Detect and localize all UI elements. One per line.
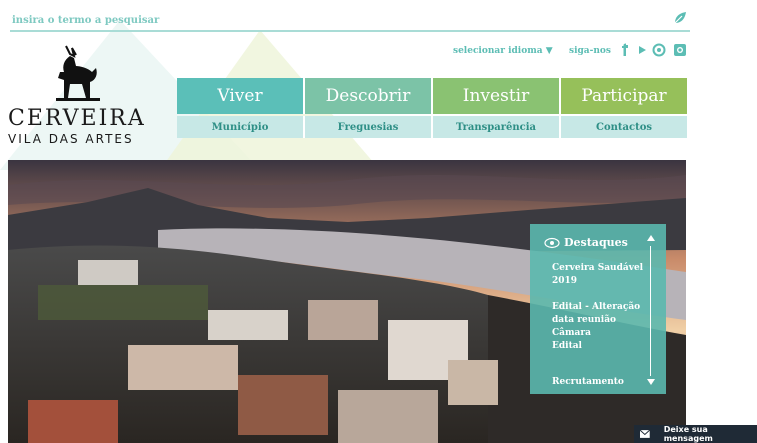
highlight-item[interactable]: Edital - Alteração data reunião Câmara — [552, 301, 652, 340]
logo-subtitle: VILA DAS ARTES — [8, 132, 134, 146]
nav-viver[interactable]: Viver — [177, 78, 305, 114]
language-selector[interactable]: selecionar idioma ▼ — [453, 46, 553, 56]
subnav-municipio-label: Município — [211, 121, 269, 133]
subnav-transparencia-label: Transparência — [455, 121, 537, 133]
youtube-icon[interactable] — [634, 42, 650, 58]
search-bar — [10, 8, 690, 32]
logo-title[interactable]: CERVEIRA — [8, 106, 158, 131]
facebook-icon[interactable] — [617, 42, 633, 58]
highlights-title: Destaques — [564, 236, 628, 249]
message-bar-label: Deixe sua mensagem — [663, 425, 713, 443]
highlight-item[interactable]: Edital — [552, 340, 652, 353]
subnav-freguesias-label: Freguesias — [337, 121, 399, 133]
nav-descobrir-label: Descobrir — [325, 86, 411, 106]
subnav-contactos-label: Contactos — [595, 121, 652, 133]
highlights-panel: Destaques Cerveira Saudável 2019 Edital … — [530, 224, 666, 394]
message-bar[interactable]: Deixe sua mensagem — [634, 425, 757, 443]
search-input[interactable] — [10, 10, 614, 30]
nav-descobrir[interactable]: Descobrir — [305, 78, 433, 114]
nav-viver-label: Viver — [217, 86, 263, 106]
nav-investir[interactable]: Investir — [433, 78, 561, 114]
leaf-search-icon[interactable] — [672, 10, 688, 26]
scroll-down-icon[interactable] — [646, 376, 656, 386]
follow-label: siga-nos — [569, 46, 611, 56]
flickr-icon[interactable] — [651, 42, 667, 58]
nav-participar[interactable]: Participar — [561, 78, 687, 114]
sub-navigation: Município Freguesias Transparência Conta… — [177, 116, 687, 138]
highlight-item[interactable]: Recrutamento — [552, 376, 652, 389]
scroll-up-icon[interactable] — [646, 234, 656, 244]
highlight-item[interactable]: Cerveira Saudável 2019 — [552, 262, 652, 288]
subnav-transparencia[interactable]: Transparência — [433, 116, 561, 138]
eye-icon — [544, 237, 560, 249]
main-navigation: Viver Descobrir Investir Participar — [177, 78, 687, 114]
nav-participar-label: Participar — [581, 86, 667, 106]
instagram-icon[interactable] — [672, 42, 688, 58]
mail-icon — [640, 430, 650, 438]
subnav-municipio[interactable]: Município — [177, 116, 305, 138]
deer-logo-icon[interactable] — [52, 42, 104, 102]
nav-investir-label: Investir — [462, 86, 530, 106]
subnav-freguesias[interactable]: Freguesias — [305, 116, 433, 138]
subnav-contactos[interactable]: Contactos — [561, 116, 687, 138]
